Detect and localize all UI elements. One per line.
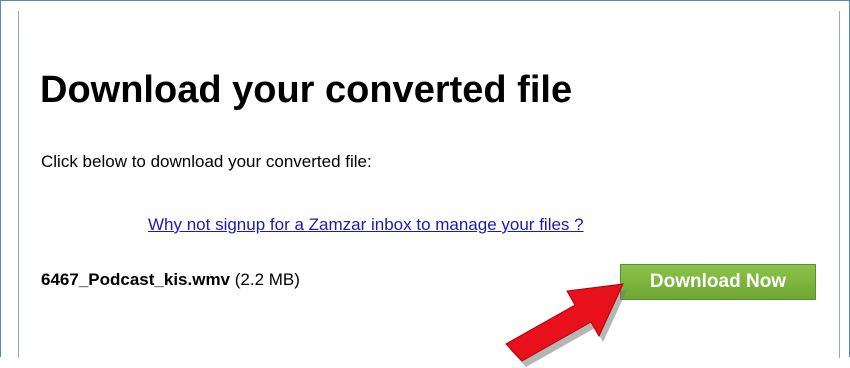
page-title: Download your converted file [40, 69, 573, 111]
screenshot-frame: Download your converted file Click below… [0, 0, 850, 367]
red-arrow-icon [505, 283, 627, 367]
file-info: 6467_Podcast_kis.wmv (2.2 MB) [41, 269, 300, 291]
download-now-button[interactable]: Download Now [620, 264, 816, 300]
content-panel: Download your converted file Click below… [18, 11, 840, 367]
signup-link[interactable]: Why not signup for a Zamzar inbox to man… [148, 214, 584, 236]
file-name: 6467_Podcast_kis.wmv [41, 270, 231, 289]
instruction-text: Click below to download your converted f… [41, 152, 372, 171]
file-size: (2.2 MB) [234, 270, 300, 289]
